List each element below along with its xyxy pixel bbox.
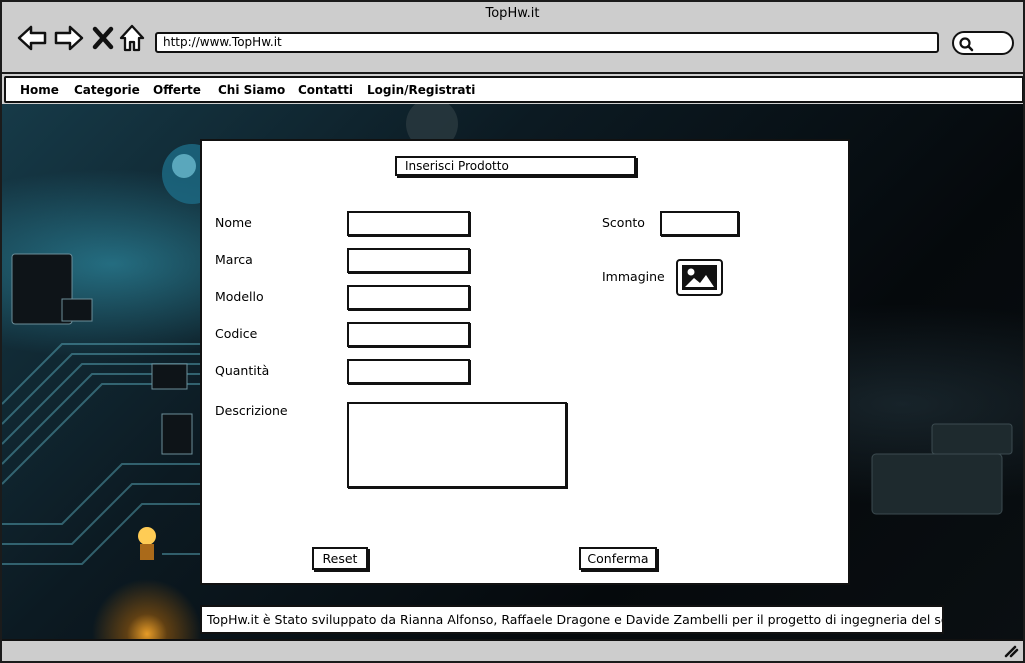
reset-button[interactable]: Reset [312, 547, 368, 570]
search-field[interactable] [952, 31, 1014, 55]
descrizione-textarea[interactable] [347, 402, 567, 488]
insert-product-form: Inserisci Prodotto Nome Marca Modello Co… [200, 139, 850, 585]
marca-input[interactable] [347, 248, 470, 273]
descrizione-label: Descrizione [215, 403, 288, 418]
form-title: Inserisci Prodotto [395, 156, 636, 176]
close-x-icon[interactable] [90, 22, 116, 54]
menu-item-home[interactable]: Home [20, 83, 59, 97]
image-upload[interactable] [676, 259, 723, 296]
home-icon[interactable] [118, 22, 146, 54]
menu-item-categorie[interactable]: Categorie [74, 83, 140, 97]
quantita-label: Quantità [215, 363, 270, 378]
sconto-label: Sconto [602, 215, 645, 230]
modello-input[interactable] [347, 285, 470, 310]
resize-grip-icon[interactable] [1003, 644, 1019, 658]
back-arrow-icon[interactable] [16, 22, 48, 54]
modello-label: Modello [215, 289, 264, 304]
codice-input[interactable] [347, 322, 470, 347]
menu-item-contatti[interactable]: Contatti [298, 83, 353, 97]
nome-input[interactable] [347, 211, 470, 236]
nome-label: Nome [215, 215, 252, 230]
url-input[interactable]: http://www.TopHw.it [155, 32, 939, 53]
main-menu: Home Categorie Offerte Chi Siamo Contatt… [4, 76, 1023, 103]
browser-toolbar: TopHw.it http://www.TopHw.it [2, 2, 1023, 74]
status-bar [2, 639, 1023, 661]
sconto-input[interactable] [660, 211, 739, 236]
menu-item-offerte[interactable]: Offerte [153, 83, 201, 97]
footer-credits: TopHw.it è Stato sviluppato da Rianna Al… [200, 605, 944, 634]
codice-label: Codice [215, 326, 258, 341]
browser-window: TopHw.it http://www.TopHw.it Home Catego… [0, 0, 1025, 663]
search-icon [959, 37, 974, 52]
quantita-input[interactable] [347, 359, 470, 384]
forward-arrow-icon[interactable] [53, 22, 85, 54]
menu-item-chi-siamo[interactable]: Chi Siamo [218, 83, 285, 97]
immagine-label: Immagine [602, 269, 665, 284]
image-placeholder-icon [682, 265, 717, 290]
window-title: TopHw.it [485, 6, 540, 21]
marca-label: Marca [215, 252, 253, 267]
menu-item-login[interactable]: Login/Registrati [367, 83, 475, 97]
confirm-button[interactable]: Conferma [579, 547, 657, 570]
